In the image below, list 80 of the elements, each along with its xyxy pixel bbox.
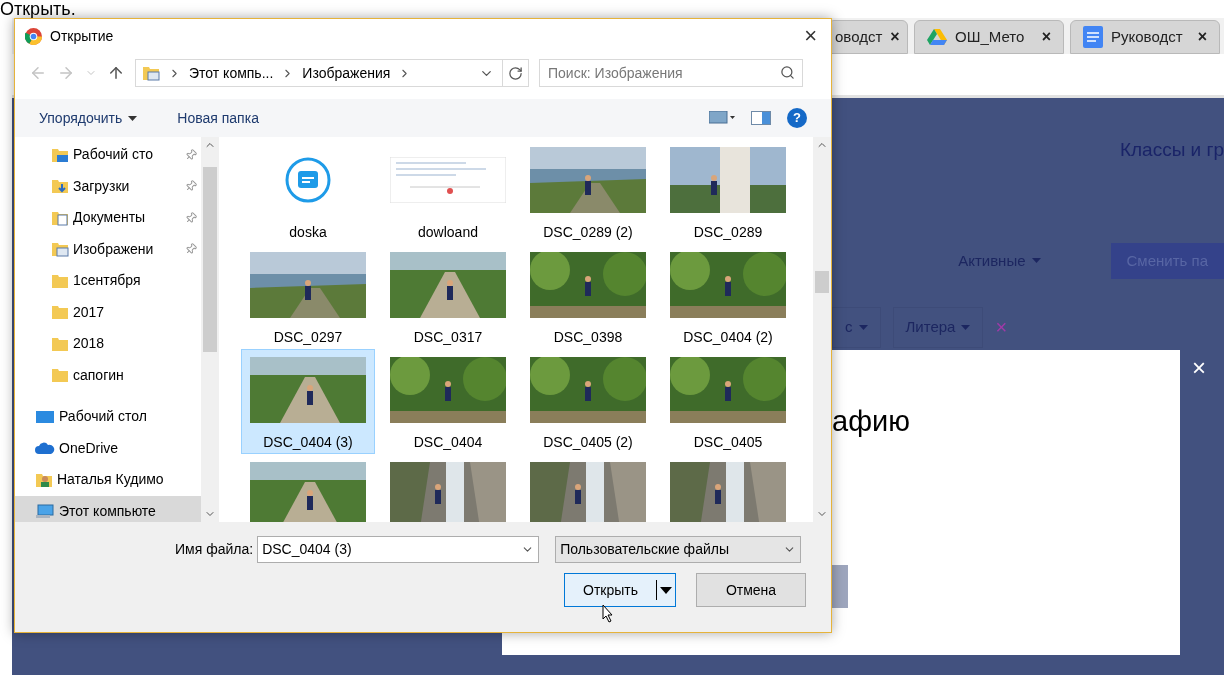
document-icon <box>1083 26 1103 48</box>
folder-icon <box>51 335 69 352</box>
window-title: Открытие <box>50 26 114 46</box>
documents-folder-icon <box>51 209 69 226</box>
nav-item[interactable]: сапогин <box>15 359 201 391</box>
folder-icon <box>51 304 69 321</box>
cancel-button[interactable]: Отмена <box>696 573 806 607</box>
browser-logo-icon <box>25 27 42 45</box>
browser-tab[interactable]: Руководст × <box>1070 20 1220 54</box>
caret-icon <box>128 115 138 121</box>
file-item[interactable]: DSC_0289 (2) <box>521 139 655 244</box>
file-item[interactable]: DSC_0297 <box>241 244 375 349</box>
nav-item[interactable]: 1сентября <box>15 265 201 297</box>
scroll-thumb[interactable] <box>815 271 829 293</box>
nav-item[interactable]: Загрузки <box>15 170 201 202</box>
organize-menu[interactable]: Упорядочить <box>39 107 138 129</box>
back-icon[interactable] <box>29 64 47 82</box>
file-item[interactable]: DSC_0404 <box>381 349 515 454</box>
caret-icon[interactable] <box>657 585 675 595</box>
browser-tab[interactable]: ОШ_Мето × <box>914 20 1064 54</box>
nav-item[interactable]: Этот компьюте <box>15 495 201 522</box>
up-icon[interactable] <box>107 64 125 82</box>
file-item[interactable]: DSC_0398 <box>521 244 655 349</box>
forward-icon[interactable] <box>57 64 75 82</box>
caption: Открыть. <box>0 0 76 19</box>
file-item[interactable]: DSC_0404 (3) <box>241 349 375 454</box>
scrollbar[interactable] <box>201 137 219 522</box>
nav-item[interactable]: 2018 <box>15 328 201 360</box>
document-thumbnail-icon <box>390 157 506 203</box>
tab-close-button[interactable]: × <box>1197 25 1207 49</box>
file-item[interactable]: DSC_0405 (2) <box>521 349 655 454</box>
file-item[interactable]: DSC_0317 <box>381 244 515 349</box>
file-name-label: Имя файла: <box>175 540 254 559</box>
computer-icon <box>35 503 55 520</box>
breadcrumb-item[interactable]: Этот компь... <box>189 62 274 84</box>
caret-icon <box>961 324 971 330</box>
file-item[interactable]: doska <box>241 139 375 244</box>
caret-icon <box>1031 258 1041 264</box>
search-field[interactable]: Поиск: Изображения <box>539 59 803 87</box>
open-button[interactable]: Открыть <box>564 573 676 607</box>
nav-item[interactable]: 2017 <box>15 296 201 328</box>
view-icon[interactable] <box>709 111 735 125</box>
pictures-folder-icon <box>51 241 69 258</box>
monitor-icon <box>35 408 55 425</box>
tab-close-button[interactable]: × <box>890 25 900 49</box>
nav-item[interactable]: Изображени <box>15 233 201 265</box>
drive-icon <box>927 28 947 46</box>
cloud-icon <box>35 441 55 456</box>
tab-close-button[interactable]: × <box>1041 25 1051 49</box>
app-icon <box>285 157 331 203</box>
folder-icon <box>51 367 69 384</box>
search-icon <box>780 65 795 80</box>
modal-title: афию <box>832 404 910 439</box>
preview-pane-icon[interactable] <box>751 111 771 125</box>
scrollbar[interactable] <box>813 137 831 522</box>
nav-item[interactable]: Документы <box>15 202 201 234</box>
new-folder-button[interactable]: Новая папка <box>177 107 259 129</box>
file-item[interactable]: DSC_0289 <box>661 139 795 244</box>
downloads-folder-icon <box>51 178 69 195</box>
close-button[interactable]: × <box>804 25 821 47</box>
file-name-field[interactable]: DSC_0404 (3) <box>257 536 540 563</box>
user-folder-icon <box>35 471 53 488</box>
desktop-folder-icon <box>51 146 69 163</box>
file-item[interactable]: DSC_0404 (2) <box>661 244 795 349</box>
caret-icon <box>858 324 868 330</box>
folder-icon <box>51 272 69 289</box>
nav-item[interactable]: OneDrive <box>15 432 201 464</box>
refresh-icon[interactable] <box>508 65 523 81</box>
file-item[interactable]: dowloand <box>381 139 515 244</box>
nav-item[interactable]: Рабочий сто <box>15 139 201 171</box>
scroll-thumb[interactable] <box>203 167 217 352</box>
address-field[interactable]: Этот компь... Изображения <box>135 59 529 87</box>
breadcrumb-item[interactable]: Изображения <box>302 62 391 84</box>
nav-item[interactable]: Наталья Кудимо <box>15 464 201 496</box>
file-item[interactable]: DSC_0405 <box>661 349 795 454</box>
file-type-dropdown[interactable]: Пользовательские файлы <box>555 536 802 563</box>
nav-item[interactable]: Рабочий стол <box>15 401 201 433</box>
modal-close-button[interactable]: × <box>1192 356 1206 380</box>
help-button[interactable]: ? <box>787 108 807 128</box>
pictures-folder-icon <box>142 65 160 81</box>
